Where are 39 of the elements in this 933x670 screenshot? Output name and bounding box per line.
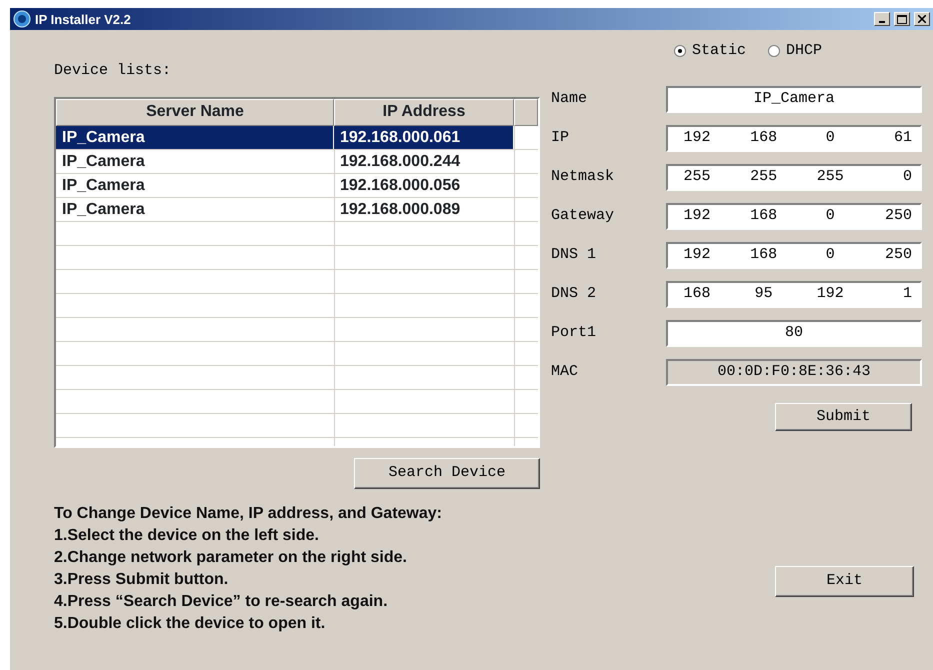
ip-field[interactable]: 192 168 0 250 xyxy=(666,203,922,230)
window-title: IP Installer V2.2 xyxy=(35,12,131,26)
column-header[interactable]: Server Name xyxy=(56,98,334,126)
field-label: Netmask xyxy=(551,167,616,188)
list-cell[interactable]: 192.168.000.244 xyxy=(334,150,513,172)
ip-field[interactable]: 168 95 192 1 xyxy=(666,281,922,308)
exit-button[interactable]: Exit xyxy=(775,566,914,597)
ip-field[interactable]: 255 255 255 0 xyxy=(666,164,922,191)
mac-field: 00:0D:F0:8E:36:43 xyxy=(666,359,922,386)
field-label: Port1 xyxy=(551,323,598,344)
list-cell[interactable]: IP_Camera xyxy=(56,174,333,196)
ip-field[interactable]: 192 168 0 61 xyxy=(666,125,922,152)
field-label: DNS 1 xyxy=(551,245,598,266)
search-device-button[interactable]: Search Device xyxy=(354,458,540,488)
list-cell[interactable]: IP_Camera xyxy=(56,150,333,172)
field-label: Name xyxy=(551,89,588,110)
radio-label[interactable]: DHCP xyxy=(786,40,822,62)
list-cell[interactable]: 192.168.000.061 xyxy=(334,126,513,148)
submit-button[interactable]: Submit xyxy=(775,403,912,431)
field-label: MAC xyxy=(551,362,580,382)
instruction-text: 5.Double click the device to open it. xyxy=(54,614,326,634)
input-field[interactable]: IP_Camera xyxy=(666,86,922,113)
radio-label[interactable]: Static xyxy=(692,40,746,62)
column-header[interactable]: IP Address xyxy=(334,98,514,126)
list-cell[interactable]: 192.168.000.089 xyxy=(334,198,513,220)
instruction-text: 2.Change network parameter on the right side. xyxy=(54,548,408,568)
list-cell[interactable]: IP_Camera xyxy=(56,198,333,220)
instruction-text: 3.Press Submit button. xyxy=(54,570,230,590)
field-label: Gateway xyxy=(551,206,616,226)
instruction-text: 4.Press “Search Device” to re-search again. xyxy=(54,592,389,612)
field-label: IP xyxy=(551,128,570,148)
list-label: Device lists: xyxy=(54,62,172,79)
ip-field[interactable]: 192 168 0 250 xyxy=(666,242,922,269)
instruction-text: To Change Device Name, IP address, and Gateway: xyxy=(54,504,443,524)
field-label: DNS 2 xyxy=(551,284,598,304)
list-cell[interactable]: IP_Camera xyxy=(56,126,333,148)
instruction-text: 1.Select the device on the left side. xyxy=(54,526,320,546)
input-field[interactable]: 80 xyxy=(666,320,922,347)
list-cell[interactable]: 192.168.000.056 xyxy=(334,174,513,196)
